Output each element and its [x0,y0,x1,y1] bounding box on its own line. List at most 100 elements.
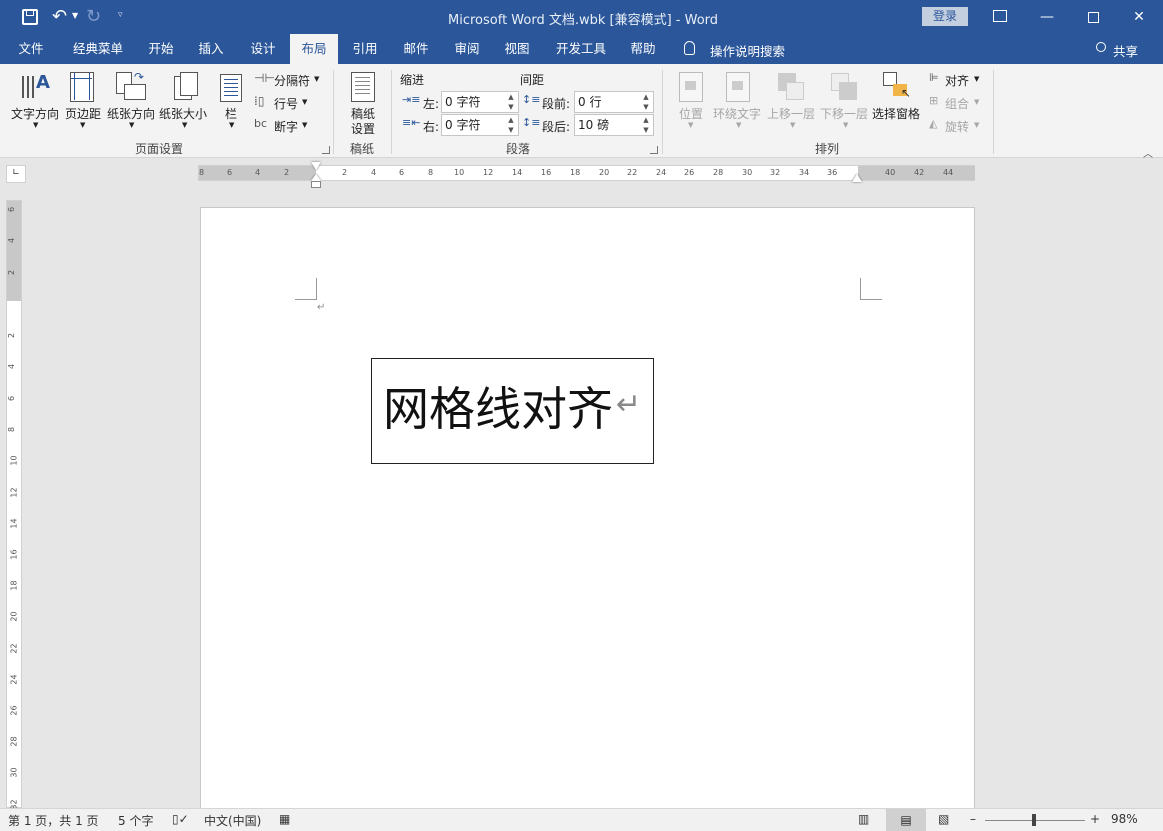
maximize-button[interactable] [1070,0,1116,34]
hyphenation-button[interactable]: 断字 [274,118,298,135]
spin-arrows-icon[interactable]: ▲ ▼ [639,115,653,135]
ruler-tick-label: 6 [227,168,233,177]
line-numbers-button[interactable]: 行号 [274,95,298,112]
ruler-tick-label: 12 [9,487,19,498]
customize-qat-icon[interactable]: ▿ [118,10,123,20]
ruler-tick-label: 14 [9,518,19,529]
tell-me-search[interactable]: 操作说明搜索 [710,41,785,60]
tab-review[interactable]: 审阅 [444,34,490,64]
web-layout-icon[interactable]: ▧ [938,812,949,826]
group-separator [662,70,663,154]
indent-right-input[interactable]: 0 字符 ▲ ▼ [441,114,519,136]
group-separator [333,70,334,154]
zoom-in-button[interactable]: + [1090,812,1100,826]
save-icon[interactable] [22,9,38,25]
dropdown-arrow-icon: ▼ [129,121,135,129]
spin-arrows-icon[interactable]: ▲ ▼ [639,92,653,112]
redo-icon[interactable]: ↻ [86,6,101,27]
minimize-button[interactable]: — [1024,0,1070,34]
ruler-tick-label: 6 [7,206,17,213]
tab-help[interactable]: 帮助 [620,34,666,64]
align-button[interactable]: 对齐 [945,72,969,89]
ruler-tick-label: 10 [9,455,19,466]
ruler-tick-label: 20 [599,168,610,177]
first-line-indent-marker[interactable] [311,162,321,170]
dialog-launcher-icon[interactable] [322,146,330,154]
tab-classic-menu[interactable]: 经典菜单 [64,34,132,64]
share-button[interactable]: 共享 [1113,41,1138,60]
text-box-content[interactable]: 网格线对齐 [383,381,613,437]
dropdown-arrow-icon: ▼ [974,98,980,106]
bring-forward-button[interactable]: 上移一层 [767,105,815,122]
ruler-tick-label: 2 [284,168,290,177]
language-indicator[interactable]: 中文(中国) [204,812,261,829]
margins-button[interactable]: 页边距 [65,105,101,122]
dropdown-arrow-icon: ▼ [688,121,694,129]
group-button[interactable]: 组合 [945,95,969,112]
zoom-slider-thumb[interactable] [1032,814,1036,826]
proofing-icon[interactable]: ▯✓ [172,812,189,826]
left-indent-marker[interactable] [311,181,321,188]
tab-mailings[interactable]: 邮件 [393,34,439,64]
tab-insert[interactable]: 插入 [188,34,234,64]
space-after-value: 10 磅 [578,118,610,132]
page-count[interactable]: 第 1 页，共 1 页 [8,812,99,829]
text-direction-button[interactable]: 文字方向 [11,105,59,122]
tab-developer[interactable]: 开发工具 [548,34,614,64]
rotate-button[interactable]: 旋转 [945,118,969,135]
word-count[interactable]: 5 个字 [118,812,153,829]
text-direction-icon: A [20,72,50,102]
columns-button[interactable]: 栏 [225,105,237,122]
tab-home[interactable]: 开始 [138,34,184,64]
breaks-button[interactable]: 分隔符 [274,72,310,89]
ribbon-display-options-icon[interactable] [993,10,1007,22]
text-box[interactable]: 网格线对齐 ↵ [371,358,654,464]
window-title: Microsoft Word 文档.wbk [兼容模式] - Word [448,13,719,28]
rotate-icon: ◭ [929,117,938,130]
spin-arrows-icon[interactable]: ▲ ▼ [504,92,518,112]
group-label-grid-paper: 稿纸 [350,142,375,156]
indent-left-input[interactable]: 0 字符 ▲ ▼ [441,91,519,113]
tab-view[interactable]: 视图 [494,34,540,64]
spin-arrows-icon[interactable]: ▲ ▼ [504,115,518,135]
vertical-ruler[interactable]: 6 4 2 2 4 6 8 10 12 14 16 18 20 22 24 26 28 30 32 [6,200,22,810]
space-after-input[interactable]: 10 磅 ▲ ▼ [574,114,654,136]
orientation-button[interactable]: 纸张方向 [107,105,155,122]
hanging-indent-marker[interactable] [311,174,321,181]
undo-icon[interactable]: ↶ [52,6,67,27]
zoom-level[interactable]: 98% [1111,812,1138,826]
space-after-icon: ↕≡ [522,116,541,129]
paper-size-button[interactable]: 纸张大小 [159,105,207,122]
macro-recording-icon[interactable]: ▦ [279,812,290,826]
ruler-tick-label: 34 [799,168,810,177]
dialog-launcher-icon[interactable] [650,146,658,154]
ruler-tick-label: 36 [827,168,838,177]
send-backward-icon [831,73,859,101]
right-indent-marker[interactable] [852,174,862,182]
read-mode-icon[interactable]: ▥ [858,812,869,826]
indent-label: 缩进 [400,73,425,87]
ruler-tick-label: 8 [7,426,17,433]
tab-references[interactable]: 引用 [342,34,388,64]
print-layout-icon[interactable]: ▤ [886,809,926,831]
tab-layout[interactable]: 布局 [290,34,338,64]
position-button[interactable]: 位置 [679,105,703,122]
ruler-tick-label: 28 [713,168,724,177]
grid-paper-button-line2[interactable]: 设置 [351,120,375,137]
tab-design[interactable]: 设计 [240,34,286,64]
document-page[interactable]: ↵ 网格线对齐 ↵ [200,207,975,811]
tab-file[interactable]: 文件 [8,34,54,64]
ruler-tick-label: 20 [9,611,19,622]
undo-dropdown-icon[interactable]: ▼ [72,11,78,20]
line-numbers-icon: ⁞▯ [254,94,265,108]
space-before-input[interactable]: 0 行 ▲ ▼ [574,91,654,113]
ruler-tick-label: 6 [399,168,405,177]
tab-selector-button[interactable]: ∟ [6,165,26,183]
ruler-tick-label: 2 [7,269,17,276]
send-backward-button[interactable]: 下移一层 [820,105,868,122]
zoom-out-button[interactable]: – [970,812,976,826]
wrap-text-button[interactable]: 环绕文字 [713,105,761,122]
close-button[interactable]: ✕ [1116,0,1162,34]
selection-pane-button[interactable]: 选择窗格 [872,105,920,122]
login-button[interactable]: 登录 [922,7,968,26]
